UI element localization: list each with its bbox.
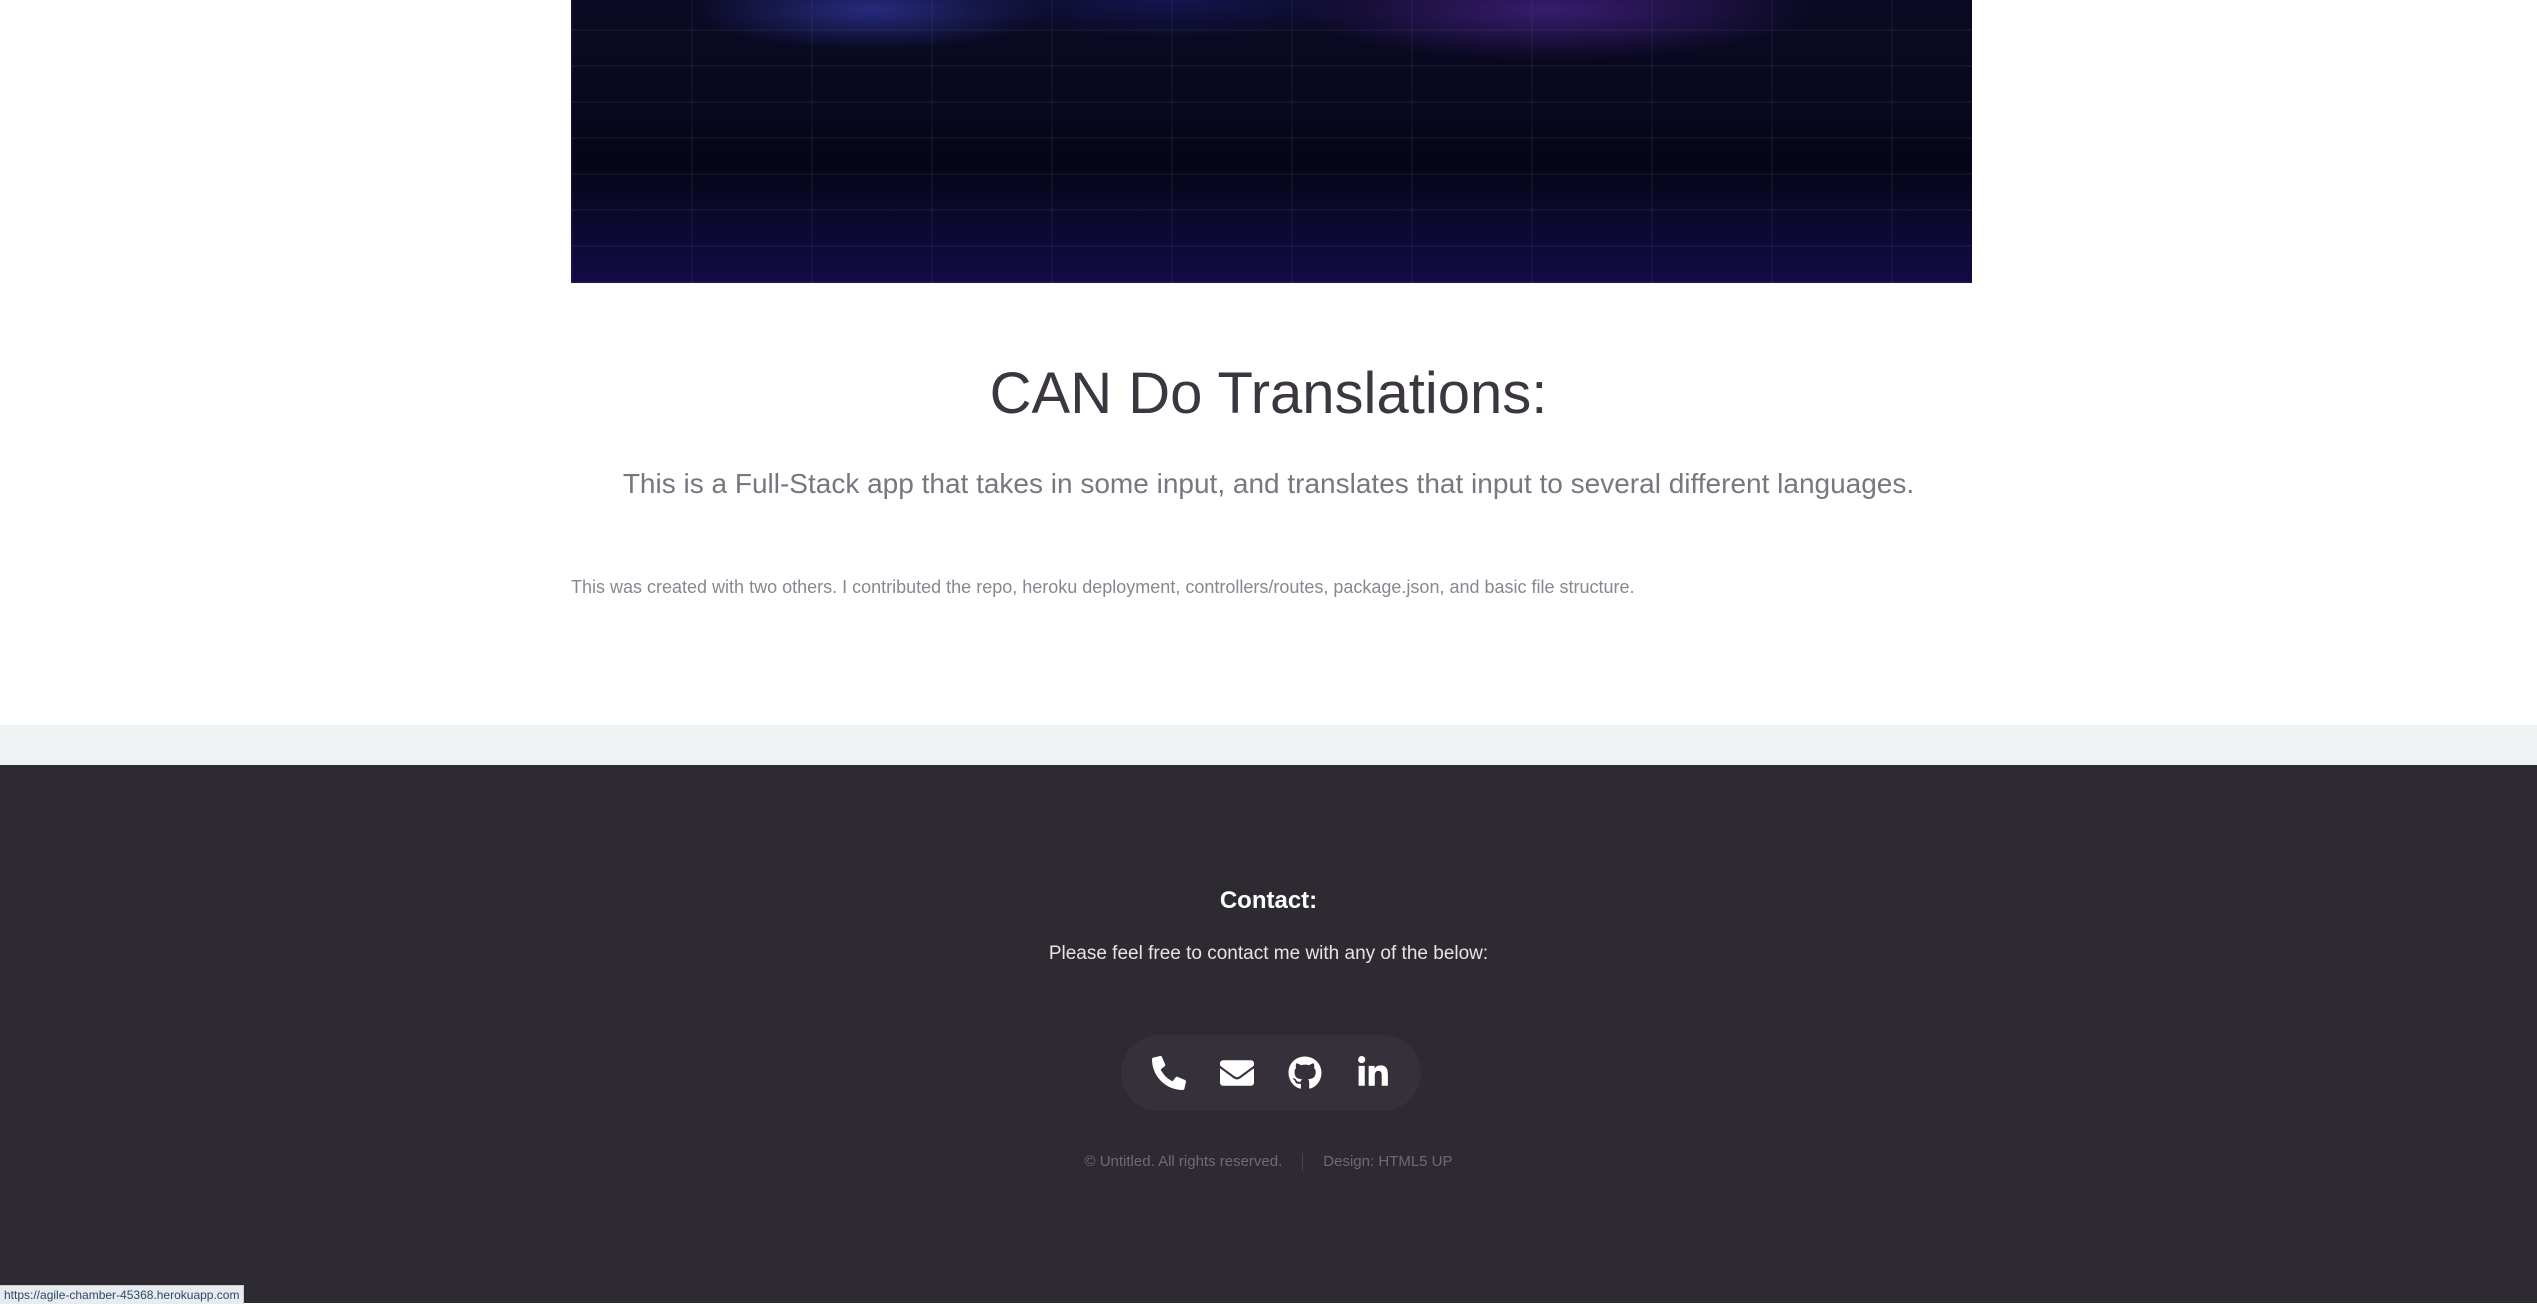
project-note: This was created with two others. I cont… <box>571 577 1635 597</box>
copyright-text: © Untitled. All rights reserved. <box>1084 1153 1283 1170</box>
copyright-divider <box>1302 1153 1304 1172</box>
linkedin-icon[interactable] <box>1354 1054 1392 1092</box>
status-bar-url: https://agile-chamber-45368.herokuapp.co… <box>0 1285 245 1304</box>
design-credit-link[interactable]: Design: HTML5 UP <box>1323 1153 1452 1170</box>
page-subtitle: This is a Full-Stack app that takes in s… <box>622 468 1915 499</box>
copyright-line: © Untitled. All rights reserved. Design: … <box>0 1153 2537 1172</box>
footer: Contact: Please feel free to contact me … <box>0 765 2537 1303</box>
envelope-icon[interactable] <box>1218 1054 1256 1092</box>
github-icon[interactable] <box>1286 1054 1324 1092</box>
contact-title: Contact: <box>1219 887 1318 914</box>
contact-icons <box>1121 1035 1421 1111</box>
contact-text: Please feel free to contact me with any … <box>1048 943 1489 964</box>
phone-icon[interactable] <box>1150 1054 1188 1092</box>
section-divider-band <box>0 725 2537 765</box>
page-title: CAN Do Translations: <box>989 361 1548 426</box>
project-banner-image <box>571 0 1972 283</box>
